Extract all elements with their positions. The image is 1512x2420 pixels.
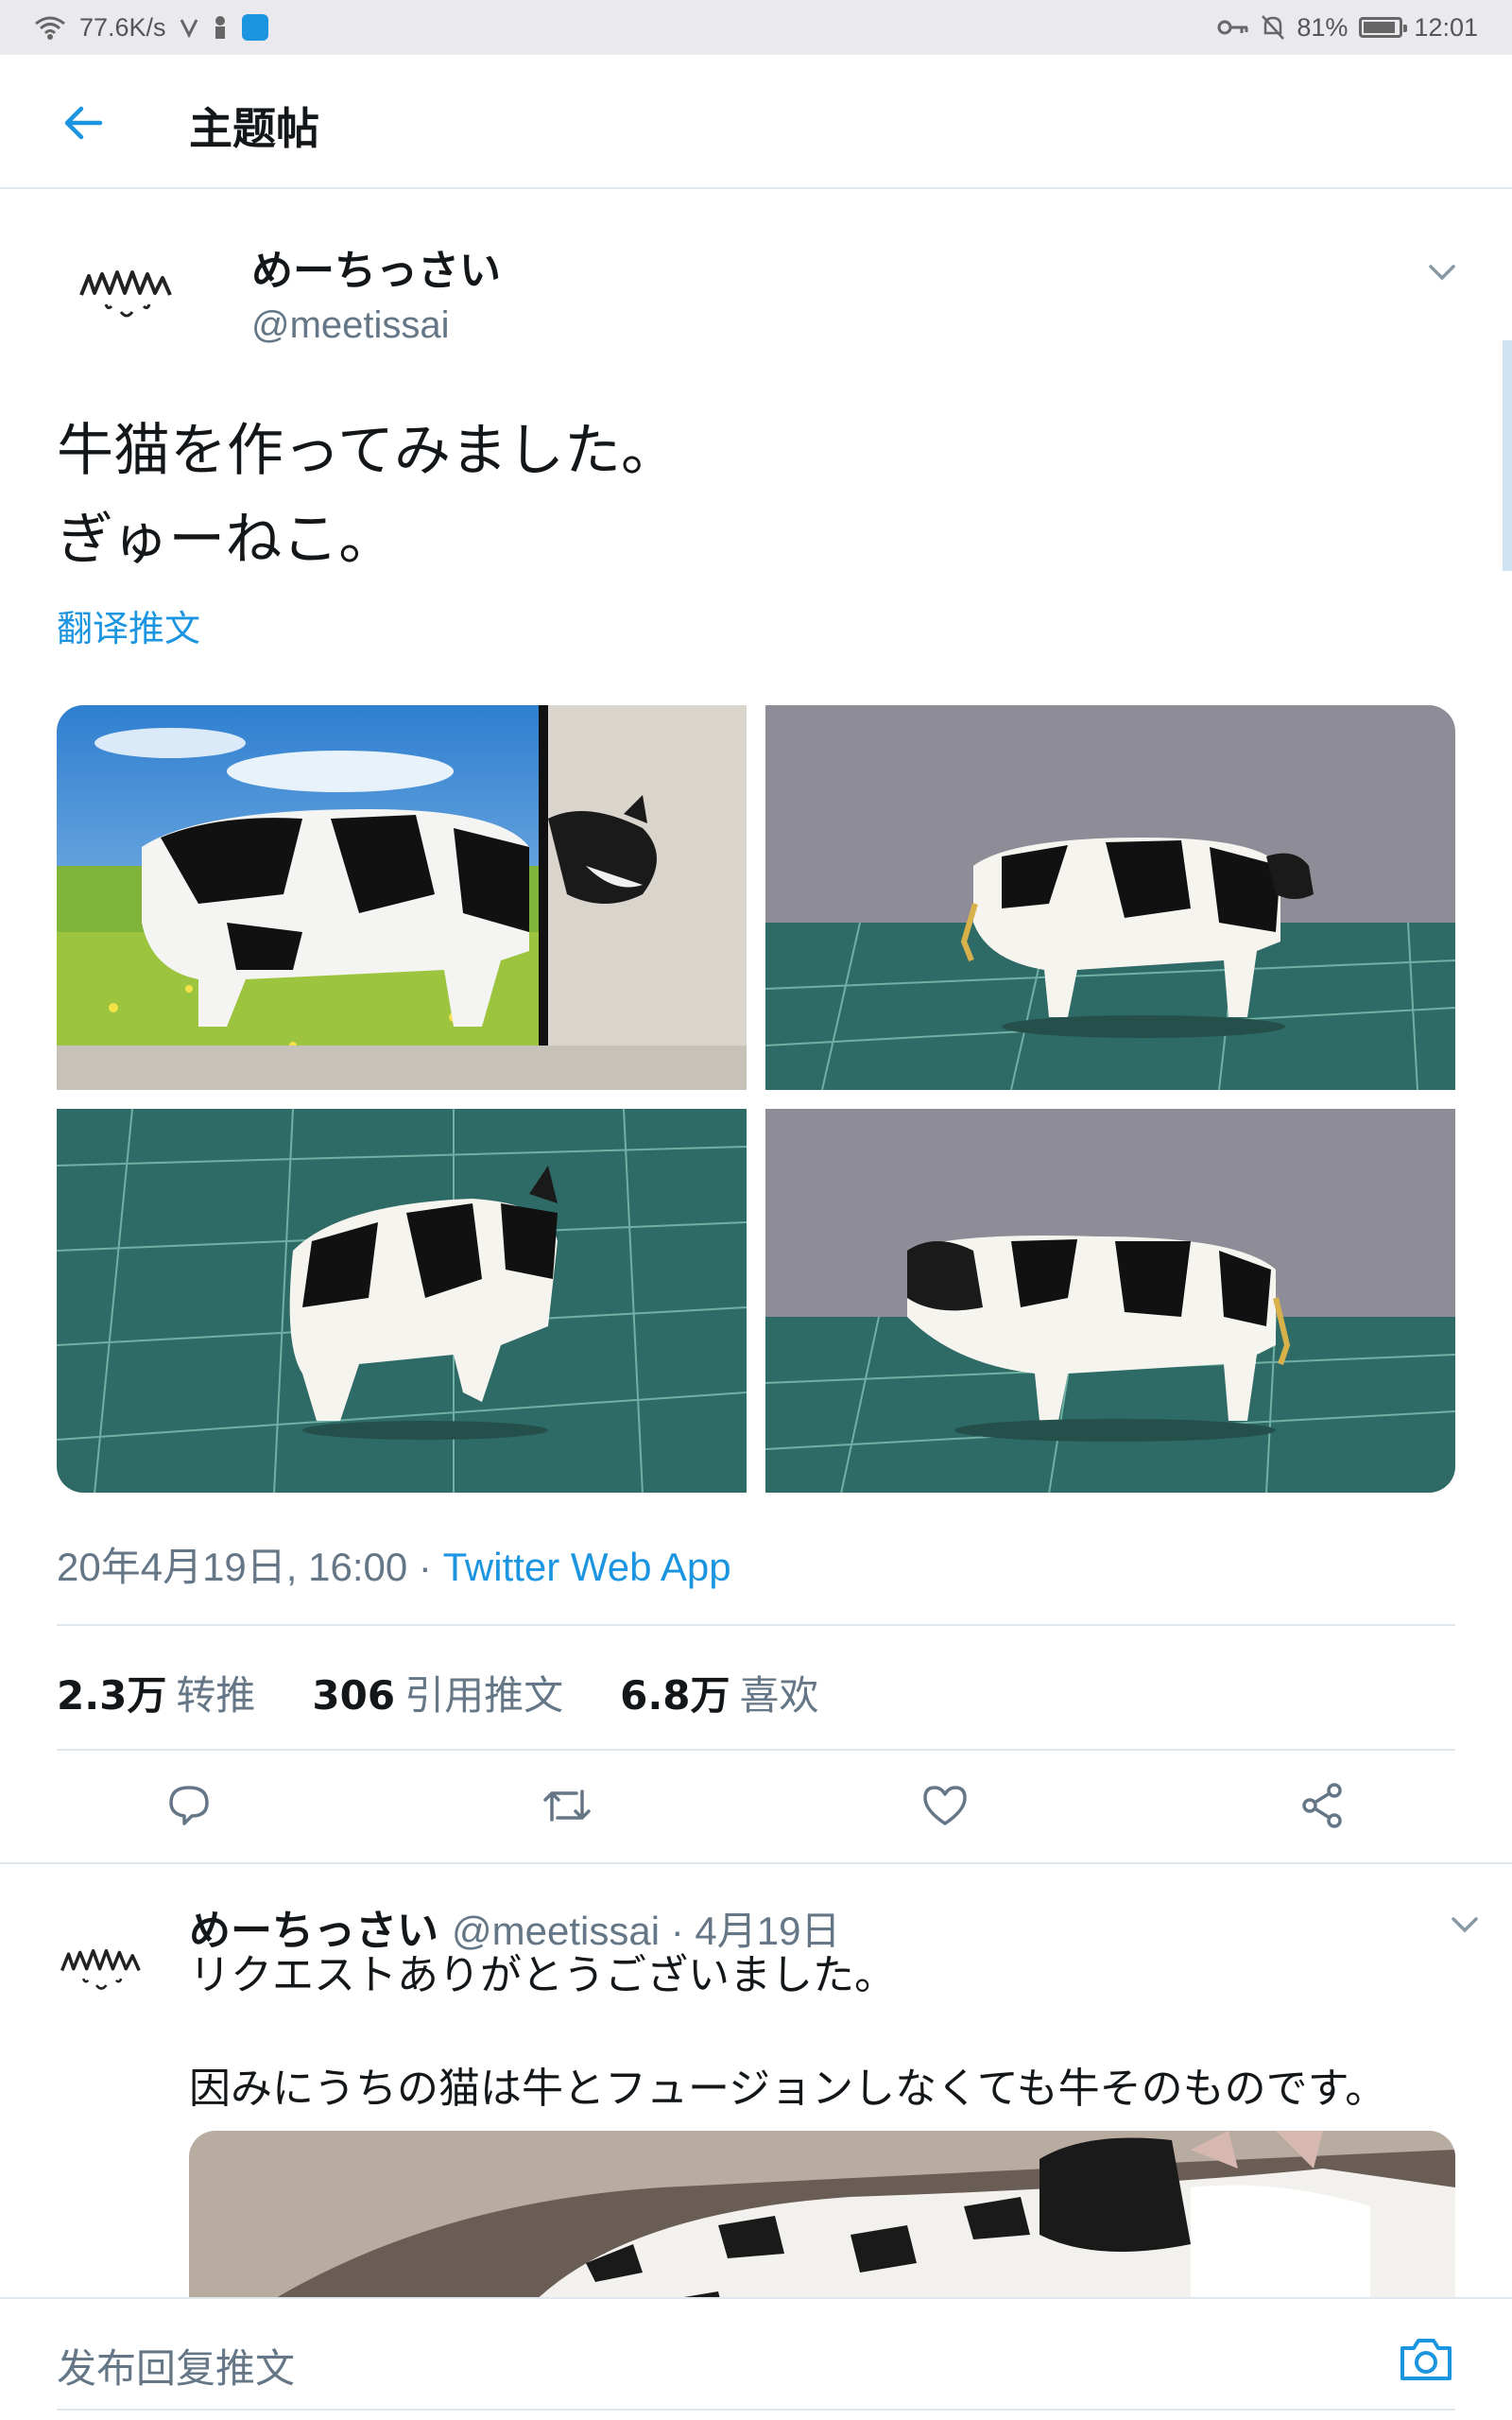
mute-bell-icon (1262, 15, 1285, 40)
battery-icon (1359, 17, 1408, 38)
app-notification-icon (241, 14, 268, 41)
camera-button[interactable] (1397, 2333, 1455, 2386)
author-display-name[interactable]: めーちっさい (251, 236, 501, 297)
avatar-doodle-icon (79, 270, 172, 318)
scroll-indicator[interactable] (1503, 340, 1512, 571)
translate-tweet-link[interactable]: 翻译推文 (57, 599, 200, 651)
reply-button[interactable] (151, 1768, 227, 1843)
reply-compose-input[interactable]: 发布回复推文 (57, 2337, 295, 2394)
reply-compose-bar: 发布回复推文 (0, 2297, 1512, 2420)
app-header: 主题帖 (0, 55, 1512, 189)
section-divider (0, 1862, 1512, 1864)
battery-percent: 81% (1297, 12, 1349, 42)
chevron-down-icon (1429, 265, 1455, 281)
media-photo-2[interactable] (765, 705, 1455, 1090)
chevron-down-icon (1452, 1917, 1478, 1933)
compose-underline (57, 2409, 1455, 2411)
share-button[interactable] (1285, 1768, 1361, 1843)
cow-cat-figure-other-side-image (765, 1109, 1455, 1493)
reply-handle-date[interactable]: @meetissai · 4月19日 (452, 1909, 840, 1953)
status-bar: 77.6K/s 81% 12:01 (0, 0, 1512, 55)
retweet-icon (543, 1789, 591, 1822)
cow-cat-figure-rear-image (57, 1109, 747, 1493)
divider (57, 1749, 1455, 1751)
signal-icon (180, 19, 198, 39)
tweet-stats: 2.3万 转推 306 引用推文 6.8万 喜欢 (57, 1664, 819, 1720)
like-count[interactable]: 6.8万 喜欢 (620, 1664, 818, 1721)
back-arrow-icon (64, 106, 103, 140)
reply-avatar[interactable] (47, 1911, 159, 2023)
person-icon (215, 16, 225, 39)
tweet-actions (0, 1768, 1512, 1843)
tweet-source-link[interactable]: Twitter Web App (443, 1545, 731, 1589)
tweet-timestamp[interactable]: 20年4月19日, 16:00 · (57, 1545, 443, 1589)
tweet-menu-button[interactable] (1423, 253, 1461, 291)
clock: 12:01 (1414, 12, 1478, 42)
reply-icon (169, 1786, 209, 1825)
camera-icon (1400, 2339, 1452, 2380)
quote-count[interactable]: 306 引用推文 (312, 1664, 563, 1721)
media-photo-4[interactable] (765, 1109, 1455, 1493)
page-title: 主题帖 (189, 103, 319, 154)
cow-cat-figure-side-image (765, 705, 1455, 1090)
tweet-text: 牛猫を作ってみました。 ぎゅーねこ。 (57, 418, 678, 573)
wifi-icon (35, 16, 65, 40)
avatar-doodle-icon (60, 1948, 141, 1990)
avatar[interactable] (64, 227, 193, 355)
like-button[interactable] (907, 1768, 983, 1843)
key-icon (1217, 20, 1248, 35)
tweet-meta: 20年4月19日, 16:00 · Twitter Web App (57, 1535, 731, 1593)
tweet-media-grid (57, 705, 1455, 1493)
retweet-button[interactable] (529, 1768, 605, 1843)
retweet-count[interactable]: 2.3万 转推 (57, 1664, 255, 1721)
reply-text: リクエストありがとうございました。 因みにうちの猫は牛とフュージョンしなくても牛… (189, 1951, 1387, 2113)
reply-menu-button[interactable] (1446, 1906, 1484, 1944)
back-button[interactable] (53, 93, 113, 153)
cow-cat-monitor-image (57, 705, 747, 1090)
media-photo-1[interactable] (57, 705, 747, 1090)
net-speed: 77.6K/s (79, 12, 166, 42)
share-icon (1302, 1783, 1342, 1828)
author-handle[interactable]: @meetissai (251, 304, 450, 347)
heart-icon (923, 1786, 967, 1825)
media-photo-3[interactable] (57, 1109, 747, 1493)
divider (57, 1624, 1455, 1626)
